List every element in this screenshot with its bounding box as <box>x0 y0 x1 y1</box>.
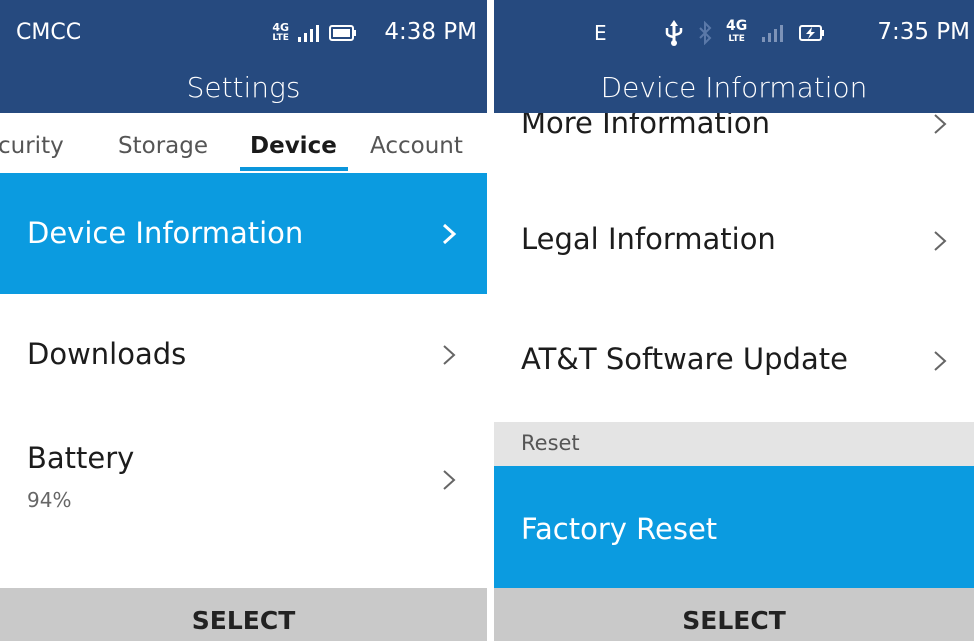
tab-account[interactable]: Account <box>370 133 463 159</box>
factory-reset-item[interactable]: Factory Reset <box>494 466 974 588</box>
section-header-reset: Reset <box>494 422 974 466</box>
chevron-right-icon <box>443 470 456 490</box>
settings-screen: CMCC 4G LTE 4:38 PM Settings curity Stor… <box>0 0 487 641</box>
status-bar: E 4G LTE 7:35 PM <box>494 0 974 68</box>
battery-charging-icon <box>799 25 825 41</box>
bluetooth-icon <box>699 21 712 45</box>
select-softkey[interactable]: SELECT <box>494 588 974 641</box>
carrier-name: CMCC <box>16 20 82 45</box>
chevron-right-icon <box>442 223 457 245</box>
status-icons: 4G LTE <box>272 16 357 50</box>
usb-icon <box>665 20 683 46</box>
battery-item[interactable]: Battery 94% <box>0 414 487 534</box>
active-tab-indicator <box>240 167 348 171</box>
page-title: Settings <box>0 68 487 113</box>
legal-information-item[interactable]: Legal Information <box>494 178 974 300</box>
tab-bar: curity Storage Device Account <box>0 113 487 173</box>
item-label: Legal Information <box>521 222 776 256</box>
item-label: Downloads <box>27 337 187 371</box>
chevron-right-icon <box>934 231 947 251</box>
chevron-right-icon <box>934 114 947 134</box>
network-type-icon: 4G LTE <box>272 21 289 43</box>
data-indicator: E <box>594 21 607 45</box>
page-title: Device Information <box>494 68 974 113</box>
chevron-right-icon <box>934 351 947 371</box>
item-label: Battery <box>27 441 135 475</box>
tab-security[interactable]: curity <box>0 133 64 159</box>
item-label: Factory Reset <box>521 512 718 546</box>
device-information-item[interactable]: Device Information <box>0 173 487 294</box>
battery-level: 94% <box>27 488 72 512</box>
network-type-icon: 4G LTE <box>726 18 748 44</box>
signal-icon <box>762 25 784 42</box>
device-information-screen: More Information Legal Information AT&T … <box>494 0 974 641</box>
signal-icon <box>298 25 319 42</box>
tab-storage[interactable]: Storage <box>118 133 208 159</box>
chevron-right-icon <box>443 345 456 365</box>
item-label: AT&T Software Update <box>521 342 848 376</box>
clock: 4:38 PM <box>384 19 477 45</box>
tab-device[interactable]: Device <box>250 133 337 159</box>
downloads-item[interactable]: Downloads <box>0 294 487 414</box>
battery-icon <box>329 25 356 41</box>
section-header-label: Reset <box>521 431 580 455</box>
status-icons: 4G LTE <box>664 16 825 50</box>
software-update-item[interactable]: AT&T Software Update <box>494 300 974 422</box>
select-softkey[interactable]: SELECT <box>0 588 487 641</box>
clock: 7:35 PM <box>877 19 970 45</box>
status-bar: CMCC 4G LTE 4:38 PM <box>0 0 487 68</box>
item-label: Device Information <box>27 216 304 250</box>
